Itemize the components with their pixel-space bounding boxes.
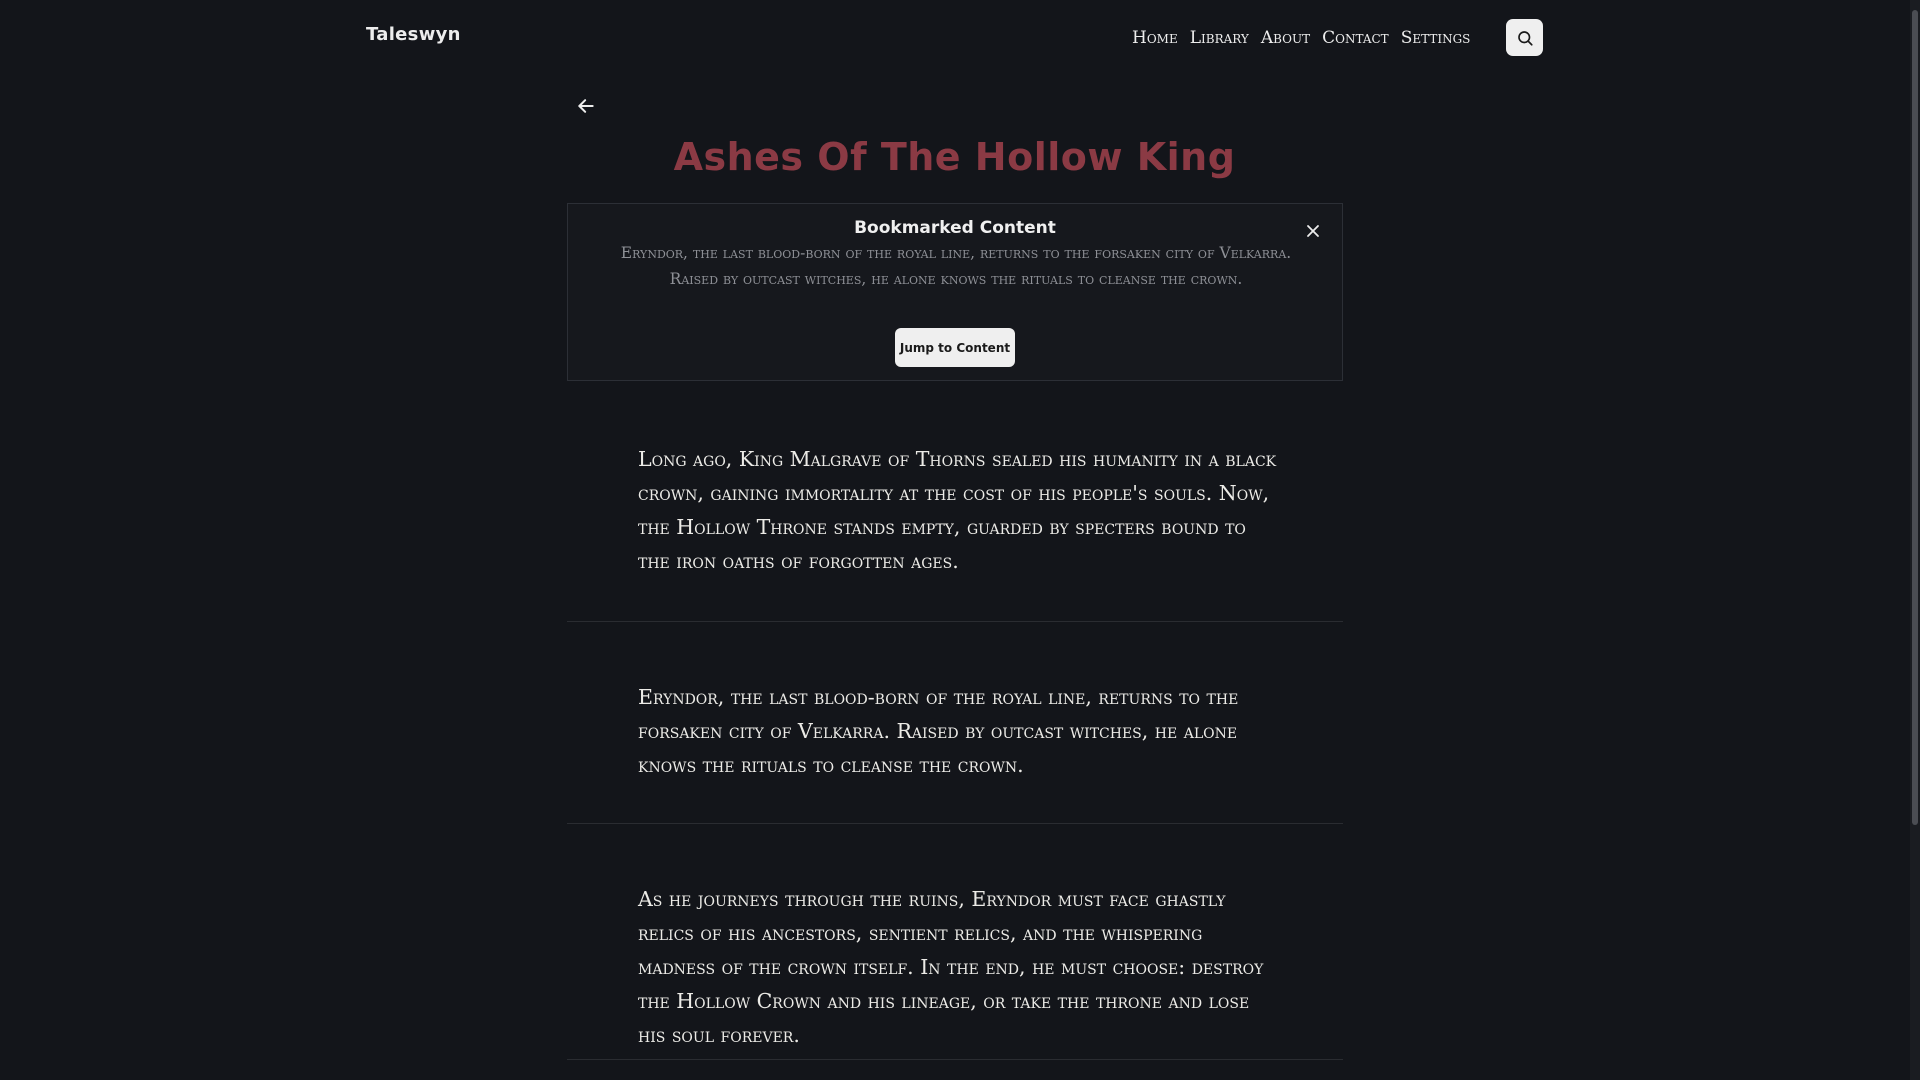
nav-library[interactable]: Library <box>1190 28 1249 48</box>
nav-home[interactable]: Home <box>1132 28 1178 48</box>
close-icon <box>1307 225 1319 237</box>
paragraph-text: Long ago, King Malgrave of Thorns sealed… <box>638 447 1277 573</box>
vertical-scrollbar-thumb[interactable] <box>1912 10 1918 825</box>
nav-about[interactable]: About <box>1261 28 1310 48</box>
bookmark-close-button[interactable] <box>1304 222 1322 240</box>
search-button[interactable] <box>1506 19 1543 56</box>
paragraph-text: As he journeys through the ruins, Eryndo… <box>638 887 1264 1047</box>
bookmark-heading: Bookmarked Content <box>854 218 1056 238</box>
bookmark-excerpt: Eryndor, the last blood-born of the roya… <box>620 244 1292 288</box>
reader-page: Taleswyn Home Library About Contact Sett… <box>0 0 1920 1080</box>
story-paragraph: Eryndor, the last blood-born of the roya… <box>567 622 1343 824</box>
story-paragraph: As he journeys through the ruins, Eryndo… <box>567 824 1343 1060</box>
search-icon <box>1517 30 1533 46</box>
top-header: Taleswyn Home Library About Contact Sett… <box>0 0 1910 74</box>
arrow-left-icon <box>578 99 594 113</box>
bookmark-panel: Bookmarked Content Eryndor, the last blo… <box>567 203 1343 381</box>
story-paragraph: Long ago, King Malgrave of Thorns sealed… <box>567 430 1343 622</box>
story-title: Ashes Of The Hollow King <box>673 135 1236 179</box>
brand-logo[interactable]: Taleswyn <box>366 24 461 45</box>
jump-to-content-button[interactable]: Jump to Content <box>895 328 1015 367</box>
main-nav: Home Library About Contact Settings <box>1132 28 1470 48</box>
nav-settings[interactable]: Settings <box>1401 28 1471 48</box>
nav-contact[interactable]: Contact <box>1322 28 1389 48</box>
back-button[interactable] <box>572 92 600 120</box>
paragraph-text: Eryndor, the last blood-born of the roya… <box>638 685 1239 777</box>
